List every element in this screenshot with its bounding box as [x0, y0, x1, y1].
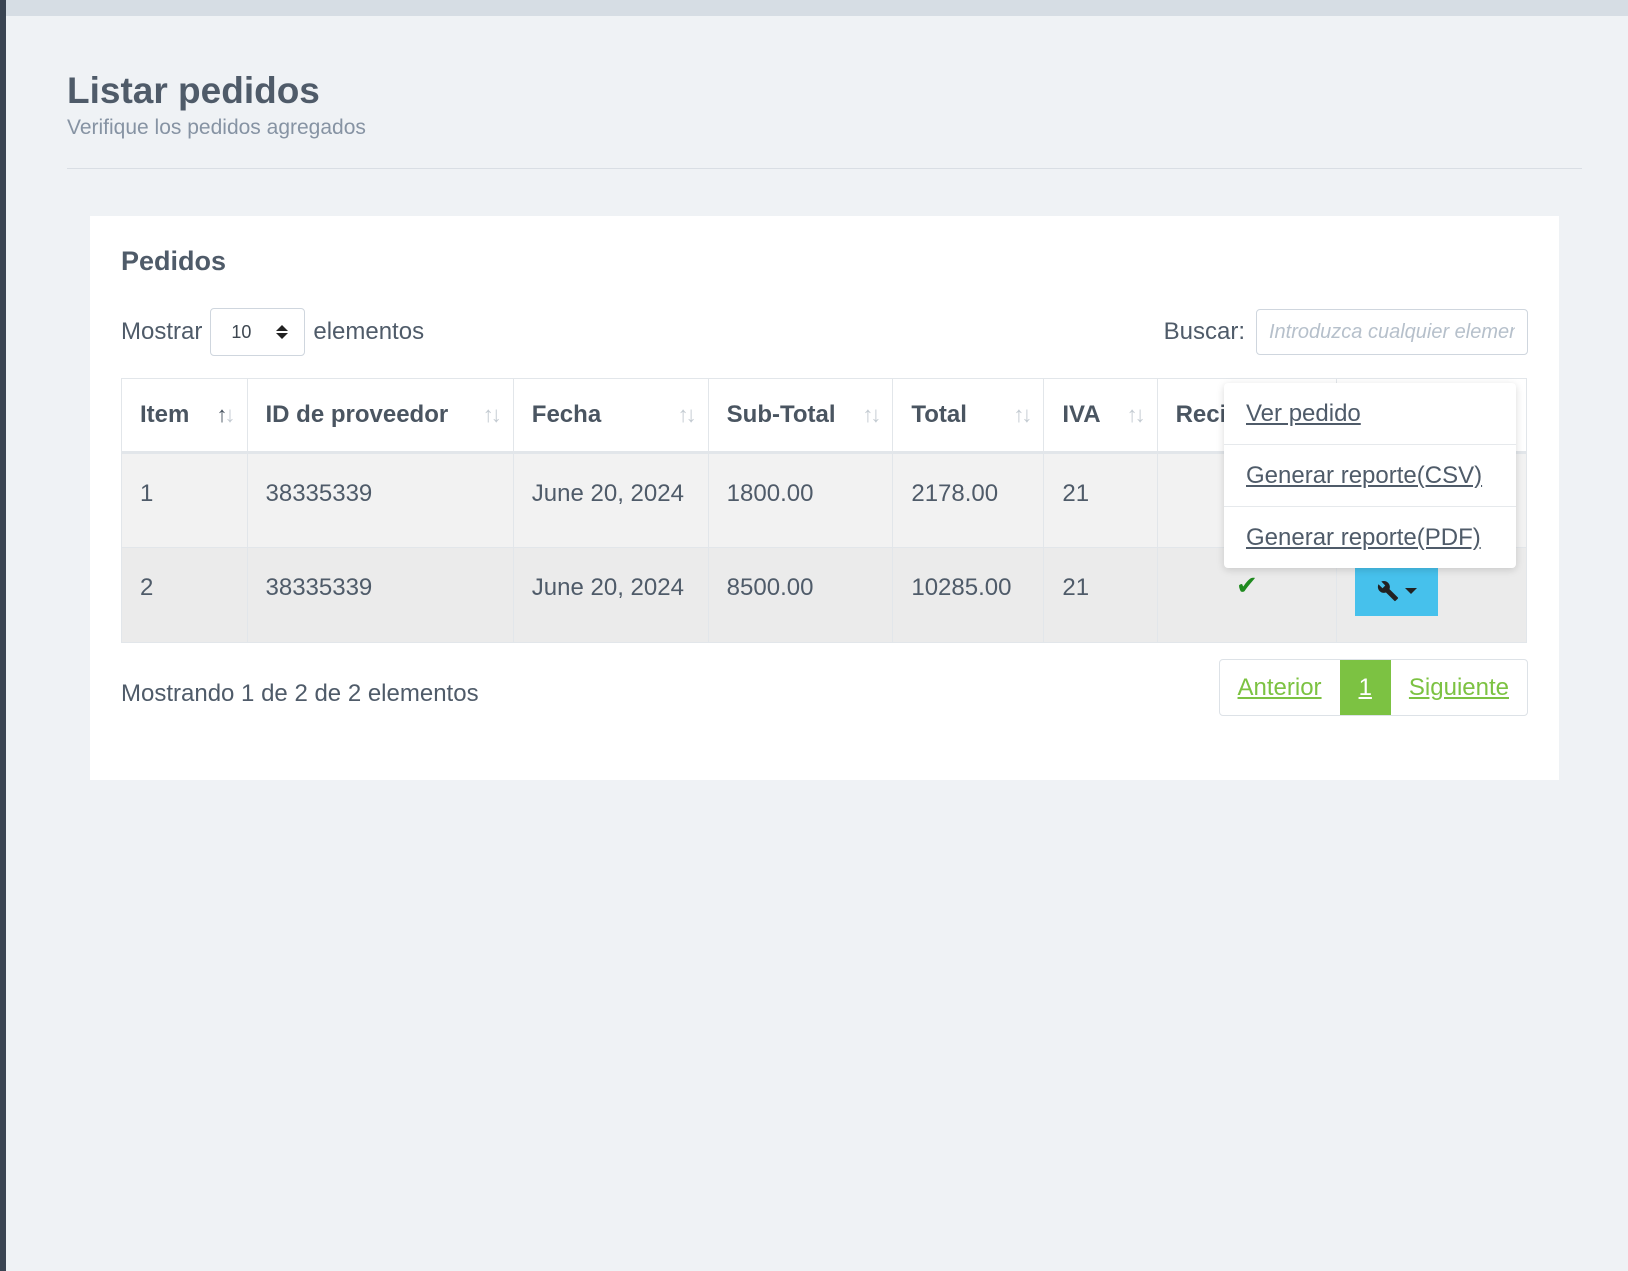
top-navbar	[6, 0, 1628, 16]
check-icon: ✔	[1235, 570, 1258, 600]
cell-proveedor: 38335339	[246, 452, 514, 548]
pagination-page-1[interactable]: 1	[1339, 660, 1391, 715]
pagination-next[interactable]: Siguiente	[1391, 660, 1527, 715]
cell-fecha: June 20, 2024	[512, 547, 709, 643]
sort-icon: ↑↓	[216, 402, 236, 427]
wrench-icon	[1377, 581, 1398, 602]
caret-down-icon	[1404, 588, 1417, 594]
cell-total: 2178.00	[892, 452, 1045, 548]
menu-item-reporte-pdf[interactable]: Generar reporte(PDF)	[1224, 507, 1516, 569]
cell-total: 10285.00	[892, 547, 1045, 643]
column-header-fecha[interactable]: Fecha ↑↓	[512, 378, 709, 454]
cell-fecha: June 20, 2024	[512, 452, 709, 548]
column-header-subtotal[interactable]: Sub-Total ↑↓	[707, 378, 894, 454]
pagination-previous[interactable]: Anterior	[1220, 660, 1340, 715]
card-title: Pedidos	[121, 246, 227, 276]
actions-dropdown-button[interactable]	[1355, 566, 1439, 616]
sort-icon: ↑↓	[482, 402, 502, 427]
cell-iva: 21	[1043, 452, 1158, 548]
cell-subtotal: 1800.00	[707, 452, 894, 548]
cell-item: 2	[121, 547, 248, 643]
select-arrows-icon	[276, 325, 289, 339]
table-info: Mostrando 1 de 2 de 2 elementos	[121, 680, 479, 707]
column-header-total[interactable]: Total ↑↓	[892, 378, 1045, 454]
column-header-proveedor[interactable]: ID de proveedor ↑↓	[246, 378, 514, 454]
page-length-select[interactable]: 10	[210, 308, 306, 356]
sort-icon: ↑↓	[1013, 402, 1032, 427]
header-divider	[67, 168, 1582, 169]
menu-item-ver-pedido[interactable]: Ver pedido	[1224, 383, 1516, 445]
column-header-iva[interactable]: IVA ↑↓	[1043, 378, 1158, 454]
left-sidebar-edge	[0, 0, 6, 1271]
sort-icon: ↑↓	[862, 402, 881, 427]
cell-subtotal: 8500.00	[707, 547, 894, 643]
length-suffix-label: elementos	[313, 318, 425, 345]
page-length-control: Mostrar 10 elementos	[121, 308, 424, 356]
page-title: Listar pedidos	[67, 70, 320, 111]
pagination: Anterior 1 Siguiente	[1218, 659, 1528, 716]
search-input[interactable]	[1256, 309, 1528, 355]
column-header-item[interactable]: Item ↑↓	[121, 378, 248, 454]
page-header: Listar pedidos Verifique los pedidos agr…	[67, 70, 1582, 140]
cell-item: 1	[121, 452, 248, 548]
cell-iva: 21	[1043, 547, 1158, 643]
sort-icon: ↑↓	[677, 402, 697, 427]
sort-icon: ↑↓	[1126, 402, 1146, 427]
page-length-value: 10	[231, 321, 252, 342]
search-label: Buscar:	[1163, 318, 1245, 345]
actions-dropdown-menu: Ver pedido Generar reporte(CSV) Generar …	[1224, 383, 1516, 568]
page-subtitle: Verifique los pedidos agregados	[67, 116, 366, 139]
search-control: Buscar:	[1164, 308, 1528, 356]
menu-item-reporte-csv[interactable]: Generar reporte(CSV)	[1224, 445, 1516, 507]
cell-proveedor: 38335339	[246, 547, 514, 643]
length-prefix-label: Mostrar	[121, 318, 203, 345]
